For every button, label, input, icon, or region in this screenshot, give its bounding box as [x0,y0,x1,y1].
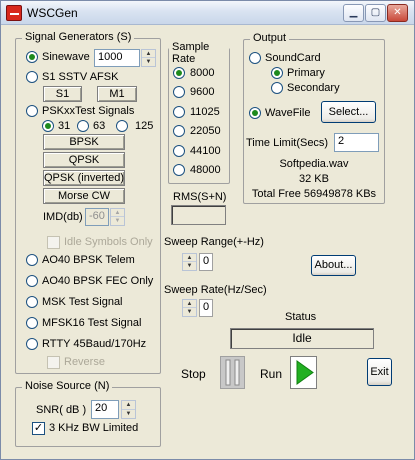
sinewave-radio[interactable] [26,51,38,63]
sample-rate-44100-label: 44100 [190,145,221,157]
pause-icon [225,359,240,386]
imd-spinner[interactable]: ▲ ▼ [110,208,125,226]
msk-test-radio[interactable] [26,296,38,308]
rms-label: RMS(S+N) [173,191,227,203]
msk-test-label: MSK Test Signal [42,296,123,308]
run-button[interactable] [290,356,317,389]
qpsk-inverted-button[interactable]: QPSK (inverted) [43,170,125,186]
mfsk16-test-label: MFSK16 Test Signal [42,317,142,329]
signal-generators-label: Signal Generators (S) [22,31,135,43]
ao40-bpsk-fec-label: AO40 BPSK FEC Only [42,275,154,287]
sinewave-frequency-spinner[interactable]: ▲ ▼ [141,49,156,67]
secondary-label: Secondary [287,82,340,94]
bw-limited-label: 3 KHz BW Limited [49,422,139,434]
ao40-bpsk-telem-label: AO40 BPSK Telem [42,254,135,266]
sample-rate-8000-radio[interactable] [173,67,185,79]
snr-input[interactable]: 20 [91,400,119,419]
app-icon [6,5,22,21]
about-button[interactable]: About... [311,255,356,276]
sample-rate-22050-radio[interactable] [173,125,185,137]
s1-button[interactable]: S1 [43,86,82,102]
imd-input[interactable]: -60 [85,208,109,226]
sinewave-frequency-input[interactable]: 1000 [94,49,140,67]
wave-filename: Softpedia.wav [279,158,349,170]
idle-symbols-label: Idle Symbols Only [64,236,153,248]
sweep-rate-label: Sweep Rate(Hz/Sec) [164,284,267,296]
soundcard-radio[interactable] [249,52,261,64]
output-label: Output [250,32,290,44]
sweep-range-spinner[interactable]: ▲ ▼ [182,253,197,271]
time-limit-input[interactable]: 2 [334,133,379,152]
primary-label: Primary [287,67,325,79]
minimize-button[interactable]: ▁ [343,4,364,22]
title-bar[interactable]: WSCGen ▁ ▢ ✕ [1,1,414,25]
sample-rate-48000-radio[interactable] [173,164,185,176]
sample-rate-48000-label: 48000 [190,164,221,176]
window-title: WSCGen [27,6,78,20]
psk-rate-31-radio[interactable] [42,120,54,132]
sample-rate-44100-radio[interactable] [173,145,185,157]
psk-rate-63-radio[interactable] [77,120,89,132]
run-label: Run [260,367,283,381]
sample-rate-8000-label: 8000 [190,67,215,79]
status-display: Idle [230,328,374,349]
wave-file-size: 32 KB [299,173,329,185]
psk-radio[interactable] [26,105,38,117]
wavefile-radio[interactable] [249,107,261,119]
ao40-bpsk-fec-radio[interactable] [26,275,38,287]
psk-label: PSKxxTest Signals [42,105,135,117]
idle-symbols-checkbox[interactable] [47,236,60,249]
psk-rate-63-label: 63 [93,120,106,132]
play-icon [296,360,314,385]
sinewave-label: Sinewave [42,51,90,63]
primary-radio[interactable] [271,67,283,79]
close-button[interactable]: ✕ [387,4,408,22]
psk-rate-31-label: 31 [58,120,71,132]
sweep-rate-input[interactable]: 0 [199,299,213,317]
total-free-space: Total Free 56949878 KBs [251,188,377,200]
soundcard-label: SoundCard [265,52,321,64]
mfsk16-test-radio[interactable] [26,317,38,329]
sweep-range-label: Sweep Range(+-Hz) [164,236,264,248]
secondary-radio[interactable] [271,82,283,94]
morse-cw-button[interactable]: Morse CW [43,188,125,204]
psk-rate-125-label: 125 [135,120,154,132]
sstv-radio[interactable] [26,71,38,83]
sample-rate-label: Sample Rate [169,41,229,65]
sweep-range-input[interactable]: 0 [199,253,213,271]
qpsk-button[interactable]: QPSK [43,152,125,168]
sample-rate-11025-label: 11025 [190,106,220,118]
reverse-checkbox[interactable] [47,356,60,369]
noise-source-label: Noise Source (N) [22,380,113,392]
ao40-bpsk-telem-radio[interactable] [26,254,38,266]
m1-button[interactable]: M1 [97,86,137,102]
reverse-label: Reverse [64,356,105,368]
imd-label: IMD(db) [43,211,83,223]
bw-limited-checkbox[interactable]: ✓ [32,422,45,435]
sstv-label: S1 SSTV AFSK [42,71,119,83]
sweep-rate-spinner[interactable]: ▲ ▼ [182,299,197,317]
sample-rate-11025-radio[interactable] [173,106,185,118]
psk-rate-125-radio[interactable] [116,120,128,132]
stop-button[interactable] [220,356,245,389]
sample-rate-22050-label: 22050 [190,125,221,137]
bpsk-button[interactable]: BPSK [43,134,125,150]
snr-spinner[interactable]: ▲ ▼ [121,400,136,419]
time-limit-label: Time Limit(Secs) [246,137,329,149]
app-window: WSCGen ▁ ▢ ✕ Signal Generators (S) Sinew… [0,0,415,460]
rtty-label: RTTY 45Baud/170Hz [42,338,147,350]
maximize-button[interactable]: ▢ [365,4,386,22]
rtty-radio[interactable] [26,338,38,350]
select-file-button[interactable]: Select... [321,101,376,123]
exit-button[interactable]: Exit [367,358,392,386]
noise-source-group: Noise Source (N) [15,380,161,447]
rms-display [171,205,226,225]
snr-label: SNR( dB ) [36,404,87,416]
wavefile-label: WaveFile [265,107,311,119]
sample-rate-9600-label: 9600 [190,86,215,98]
sample-rate-9600-radio[interactable] [173,86,185,98]
status-label: Status [285,311,317,323]
stop-label: Stop [181,367,206,381]
